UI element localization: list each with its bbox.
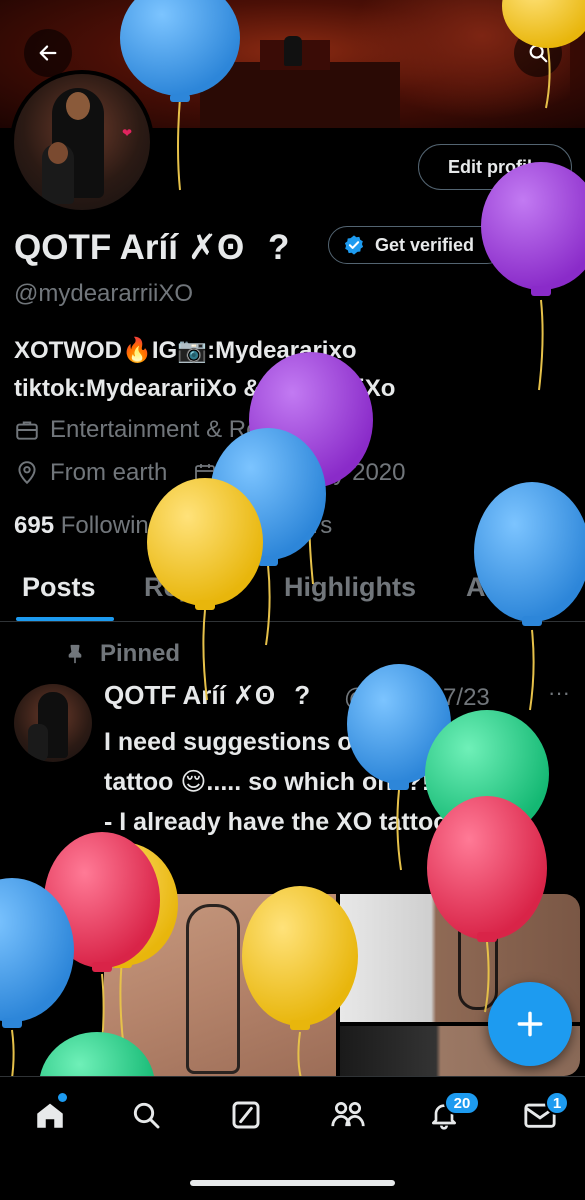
tattoo-drawing (458, 910, 498, 1010)
location-label: From earth (50, 459, 168, 486)
location-pin-icon (18, 461, 36, 485)
profile-name-question: ? (268, 228, 290, 267)
plus-icon (517, 1011, 543, 1037)
get-verified-button[interactable]: Get verified (328, 226, 506, 264)
post-author[interactable]: QOTF Aríí ✗ʘ ? (104, 680, 310, 711)
avatar-child-face (48, 142, 68, 164)
home-notification-dot (58, 1093, 67, 1102)
back-button[interactable] (24, 29, 72, 77)
grok-icon (232, 1101, 260, 1129)
category-label: Entertainment & Recreation (50, 416, 345, 443)
bio-line-2: tiktok:MydearariiXo & MydeariiXo (14, 375, 396, 402)
joined-row: Joined July 2020 (193, 459, 406, 487)
active-tab-indicator (16, 617, 114, 621)
post-text-line-2: tattoo 😌..... so which one?! (104, 768, 431, 796)
nav-grok[interactable] (226, 1095, 266, 1135)
followers-label: Followers (229, 512, 333, 539)
post-handle-date: @... · 7/17/23 (344, 684, 490, 711)
compose-button[interactable] (488, 982, 572, 1066)
banner-building (200, 62, 400, 128)
profile-location-row: From earth Joined July 2020 (14, 459, 406, 487)
post-text: I need suggestions on my next tattoo 😌..… (104, 722, 469, 842)
notifications-badge: 20 (444, 1091, 480, 1115)
edit-profile-button[interactable]: Edit profile (418, 144, 572, 190)
followers-count: 339 (182, 512, 223, 539)
post-image-1[interactable] (104, 894, 336, 1076)
joined-label: Joined July 2020 (225, 459, 406, 486)
profile-category: Entertainment & Recreation (14, 416, 345, 444)
profile-name: QOTF Aríí ✗ʘ ? (14, 228, 289, 268)
post-more-button[interactable]: ··· (548, 680, 570, 706)
tab-articles[interactable]: Articles (466, 572, 565, 603)
followers-link[interactable]: 339 Followers (183, 512, 332, 539)
home-icon (37, 1103, 63, 1128)
post-avatar-child (28, 724, 48, 762)
nav-explore[interactable] (126, 1095, 166, 1135)
communities-icon (331, 1101, 365, 1127)
post-author-name: QOTF Aríí ✗ʘ (104, 680, 276, 710)
pinned-label: Pinned (100, 640, 181, 667)
balloon-purple (481, 162, 585, 391)
search-button[interactable] (514, 29, 562, 77)
profile-tabs: Posts Replies Highlights Articles (0, 560, 585, 622)
profile-handle: @mydeararriiXO (14, 280, 194, 307)
messages-badge: 1 (545, 1091, 569, 1115)
search-icon (529, 44, 548, 63)
following-label: Following (60, 512, 163, 539)
post-text-line-1: I need suggestions on my next (104, 728, 470, 756)
profile-bio: XOTWOD🔥IG📷:Mydeararixo tiktok:Mydeararii… (14, 332, 395, 408)
banner-figure (284, 36, 302, 66)
briefcase-icon (16, 421, 38, 440)
tab-posts[interactable]: Posts (22, 572, 96, 603)
verified-badge-icon (344, 235, 364, 255)
tab-highlights[interactable]: Highlights (284, 572, 416, 603)
profile-avatar[interactable]: ❤ (10, 70, 154, 214)
profile-stats: 695 Following 339 Followers (14, 512, 332, 540)
calendar-icon (195, 464, 216, 483)
pinned-indicator: Pinned (64, 640, 180, 668)
post-avatar[interactable] (14, 684, 92, 762)
avatar-face (66, 92, 90, 120)
pin-icon (68, 644, 82, 664)
tattoo-drawing (186, 904, 240, 1074)
arrow-left-icon (39, 45, 57, 61)
heart-icon: ❤ (122, 126, 133, 140)
following-count: 695 (14, 512, 55, 539)
following-link[interactable]: 695 Following (14, 512, 162, 539)
tab-replies[interactable]: Replies (144, 572, 240, 603)
post-text-line-3: - I already have the XO tattoo (104, 808, 449, 836)
bio-line-1: XOTWOD🔥IG📷:Mydeararixo (14, 337, 357, 364)
get-verified-label: Get verified (375, 234, 475, 255)
home-indicator (190, 1180, 395, 1186)
search-icon (133, 1102, 160, 1129)
post-author-suffix: ? (294, 680, 311, 710)
profile-name-text: QOTF Aríí ✗ʘ (14, 228, 245, 267)
nav-communities[interactable] (328, 1095, 368, 1135)
balloon-blue (0, 878, 74, 1091)
